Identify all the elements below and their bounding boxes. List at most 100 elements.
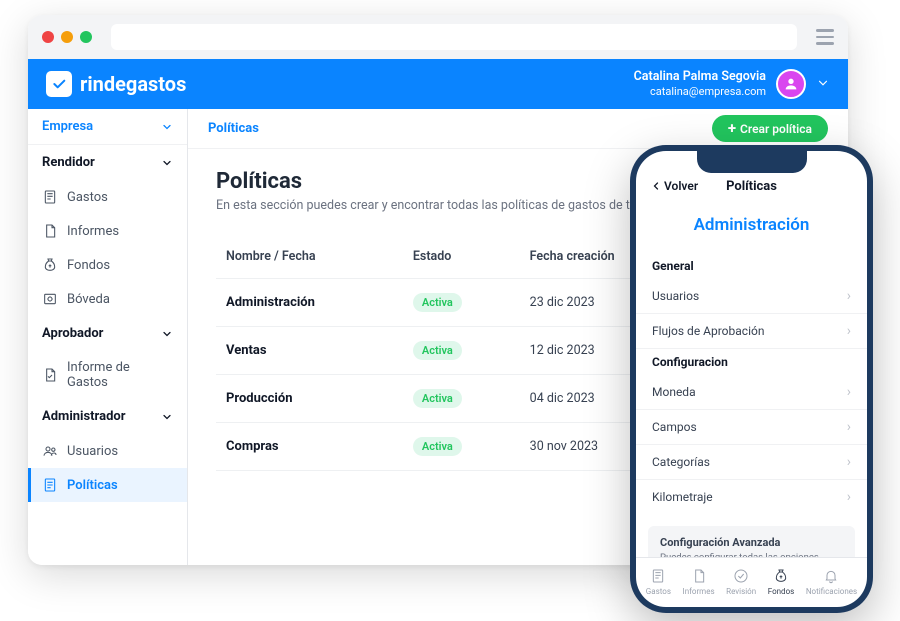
phone-tab-notificaciones[interactable]: Notificaciones [806,568,857,596]
row-name: Producción [226,391,413,406]
check-icon [733,568,749,586]
row-status: Activa [413,341,530,360]
sidebar-item-informes[interactable]: Informes [28,214,187,248]
hamburger-menu-icon[interactable] [816,29,834,45]
sidebar-top-tab[interactable]: Empresa [28,109,187,145]
sidebar-item-label: Usuarios [67,444,118,459]
phone-list-item[interactable]: Flujos de Aprobación › [636,314,867,349]
phone-mockup: Volver Políticas Administración GeneralU… [630,145,873,613]
back-button[interactable]: Volver [650,179,698,193]
url-bar[interactable] [111,24,797,50]
sidebar-item-label: Bóveda [67,292,110,307]
sidebar-section-title: Administrador [42,409,125,424]
phone-tab-label: Fondos [768,587,795,596]
status-badge: Activa [413,293,462,312]
tab-politicas[interactable]: Políticas [208,121,259,136]
row-status: Activa [413,293,530,312]
row-name: Administración [226,295,413,310]
moneybag-icon [42,257,58,273]
avatar[interactable] [776,69,806,99]
receipt-icon [650,568,666,586]
phone-tab-label: Gastos [646,587,671,596]
chevron-down-icon[interactable] [816,75,830,94]
phone-list-item-label: Campos [652,420,697,434]
chevron-down-icon [161,121,173,133]
document-icon [42,223,58,239]
bell-icon [823,568,839,586]
create-policy-button[interactable]: Crear política [712,115,828,142]
user-name: Catalina Palma Segovia [634,69,766,85]
traffic-light-minimize[interactable] [61,31,73,43]
phone-list-item[interactable]: Campos› [636,410,867,445]
traffic-light-maximize[interactable] [80,31,92,43]
row-name: Compras [226,439,413,454]
phone-list-item[interactable]: Categorías› [636,445,867,480]
phone-tab-label: Revisión [726,587,756,596]
main-topbar: Políticas Crear política [188,109,848,149]
chevron-right-icon: › [847,323,851,339]
row-status: Activa [413,437,530,456]
phone-list-item[interactable]: Kilometraje › [636,480,867,514]
user-info[interactable]: Catalina Palma Segovia catalina@empresa.… [634,69,766,100]
sidebar-section-rendidor[interactable]: Rendidor [28,145,187,180]
sidebar-item-label: Fondos [67,258,110,273]
sidebar-item-informe-de-gastos[interactable]: Informe de Gastos [28,351,187,399]
phone-tab-gastos[interactable]: Gastos [646,568,671,596]
phone-heading: Administración [636,201,867,253]
phone-info-title: Configuración Avanzada [660,536,843,549]
brand-logo[interactable]: rindegastos [46,71,186,97]
chevron-down-icon [161,157,173,169]
chevron-down-icon [161,411,173,423]
doccheck-icon [42,367,58,383]
sidebar-section-aprobador[interactable]: Aprobador [28,316,187,351]
sidebar-top-tab-label: Empresa [42,119,93,134]
sidebar-item-label: Informes [67,224,119,239]
sidebar-item-label: Gastos [67,190,108,205]
phone-tab-label: Informes [683,587,715,596]
phone-notch [697,151,807,173]
policy-icon [42,477,58,493]
sidebar-section-title: Rendidor [42,155,95,170]
sidebar-item-fondos[interactable]: Fondos [28,248,187,282]
phone-list-item-label: Kilometraje [652,490,713,504]
logo-mark-icon [46,71,72,97]
chevron-down-icon [161,328,173,340]
phone-list-item-label: Usuarios [652,289,699,303]
phone-group-title: General [636,253,867,279]
chevron-left-icon [650,180,662,192]
phone-tab-fondos[interactable]: Fondos [768,568,795,596]
receipt-icon [42,189,58,205]
user-email: catalina@empresa.com [634,85,766,99]
sidebar-item-usuarios[interactable]: Usuarios [28,434,187,468]
back-label: Volver [664,179,698,193]
sidebar-section-administrador[interactable]: Administrador [28,399,187,434]
sidebar-item-políticas[interactable]: Políticas [28,468,187,502]
phone-tab-informes[interactable]: Informes [683,568,715,596]
phone-list-item[interactable]: Usuarios › [636,279,867,314]
col-header-name: Nombre / Fecha [226,249,413,264]
brand-name: rindegastos [80,72,186,96]
phone-tab-revisión[interactable]: Revisión [726,568,756,596]
chevron-right-icon: › [847,454,851,470]
vault-icon [42,291,58,307]
chevron-right-icon: › [847,384,851,400]
users-icon [42,443,58,459]
document-icon [691,568,707,586]
traffic-light-close[interactable] [42,31,54,43]
app-header: rindegastos Catalina Palma Segovia catal… [28,59,848,109]
sidebar-section-title: Aprobador [42,326,103,341]
row-name: Ventas [226,343,413,358]
status-badge: Activa [413,389,462,408]
phone-list-item[interactable]: Moneda› [636,375,867,410]
sidebar: Empresa Rendidor Gastos Informes Fondos Bóve… [28,109,188,565]
col-header-status: Estado [413,249,530,264]
create-button-label: Crear política [740,122,812,136]
phone-info-box: Configuración Avanzada Puedes configurar… [648,526,855,557]
sidebar-item-bóveda[interactable]: Bóveda [28,282,187,316]
phone-list-item-label: Flujos de Aprobación [652,324,764,338]
chevron-right-icon: › [847,489,851,505]
sidebar-item-gastos[interactable]: Gastos [28,180,187,214]
phone-group-title: Configuracion [636,349,867,375]
chevron-right-icon: › [847,288,851,304]
phone-tabbar: Gastos Informes Revisión Fondos Notificacion… [636,557,867,607]
